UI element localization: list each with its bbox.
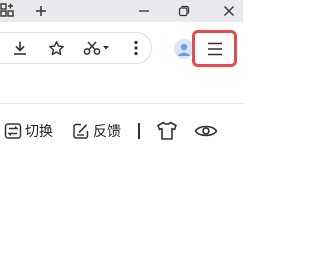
- screenshot-button[interactable]: [82, 37, 114, 59]
- more-options-button[interactable]: [125, 37, 147, 59]
- restore-button[interactable]: [170, 0, 198, 22]
- feedback-edit-icon: [73, 123, 89, 139]
- star-icon: [48, 40, 64, 55]
- bookmark-star-button[interactable]: [45, 37, 67, 59]
- reader-bar-separator: [138, 123, 140, 139]
- feedback-label: 反馈: [93, 123, 121, 139]
- reader-toolbar: 切换 反馈: [0, 116, 243, 146]
- switch-icon: [4, 123, 22, 139]
- scissors-icon: [83, 41, 109, 55]
- browser-titlebar: [0, 0, 243, 22]
- restore-icon: [178, 5, 190, 17]
- new-tab-button[interactable]: [31, 1, 51, 21]
- main-menu-button[interactable]: [192, 30, 237, 67]
- download-icon: [14, 41, 26, 55]
- feedback-button[interactable]: 反馈: [72, 116, 121, 146]
- hamburger-menu-icon: [207, 42, 222, 55]
- theme-button[interactable]: [156, 116, 178, 146]
- tab-grid-icon[interactable]: [0, 2, 16, 18]
- profile-avatar-button[interactable]: [174, 39, 194, 59]
- switch-button[interactable]: 切换: [4, 116, 53, 146]
- minimize-icon: [139, 10, 149, 12]
- download-button[interactable]: [9, 37, 31, 59]
- close-icon: [224, 6, 234, 16]
- plus-icon: [36, 6, 46, 16]
- profile-avatar-icon: [178, 43, 190, 56]
- tshirt-icon: [157, 121, 177, 140]
- more-vertical-icon: [134, 40, 138, 56]
- close-window-button[interactable]: [215, 0, 243, 22]
- switch-label: 切换: [25, 123, 53, 139]
- toolbar-divider: [0, 103, 243, 104]
- eye-icon: [194, 125, 218, 137]
- minimize-button[interactable]: [130, 0, 158, 22]
- eye-button[interactable]: [194, 116, 218, 146]
